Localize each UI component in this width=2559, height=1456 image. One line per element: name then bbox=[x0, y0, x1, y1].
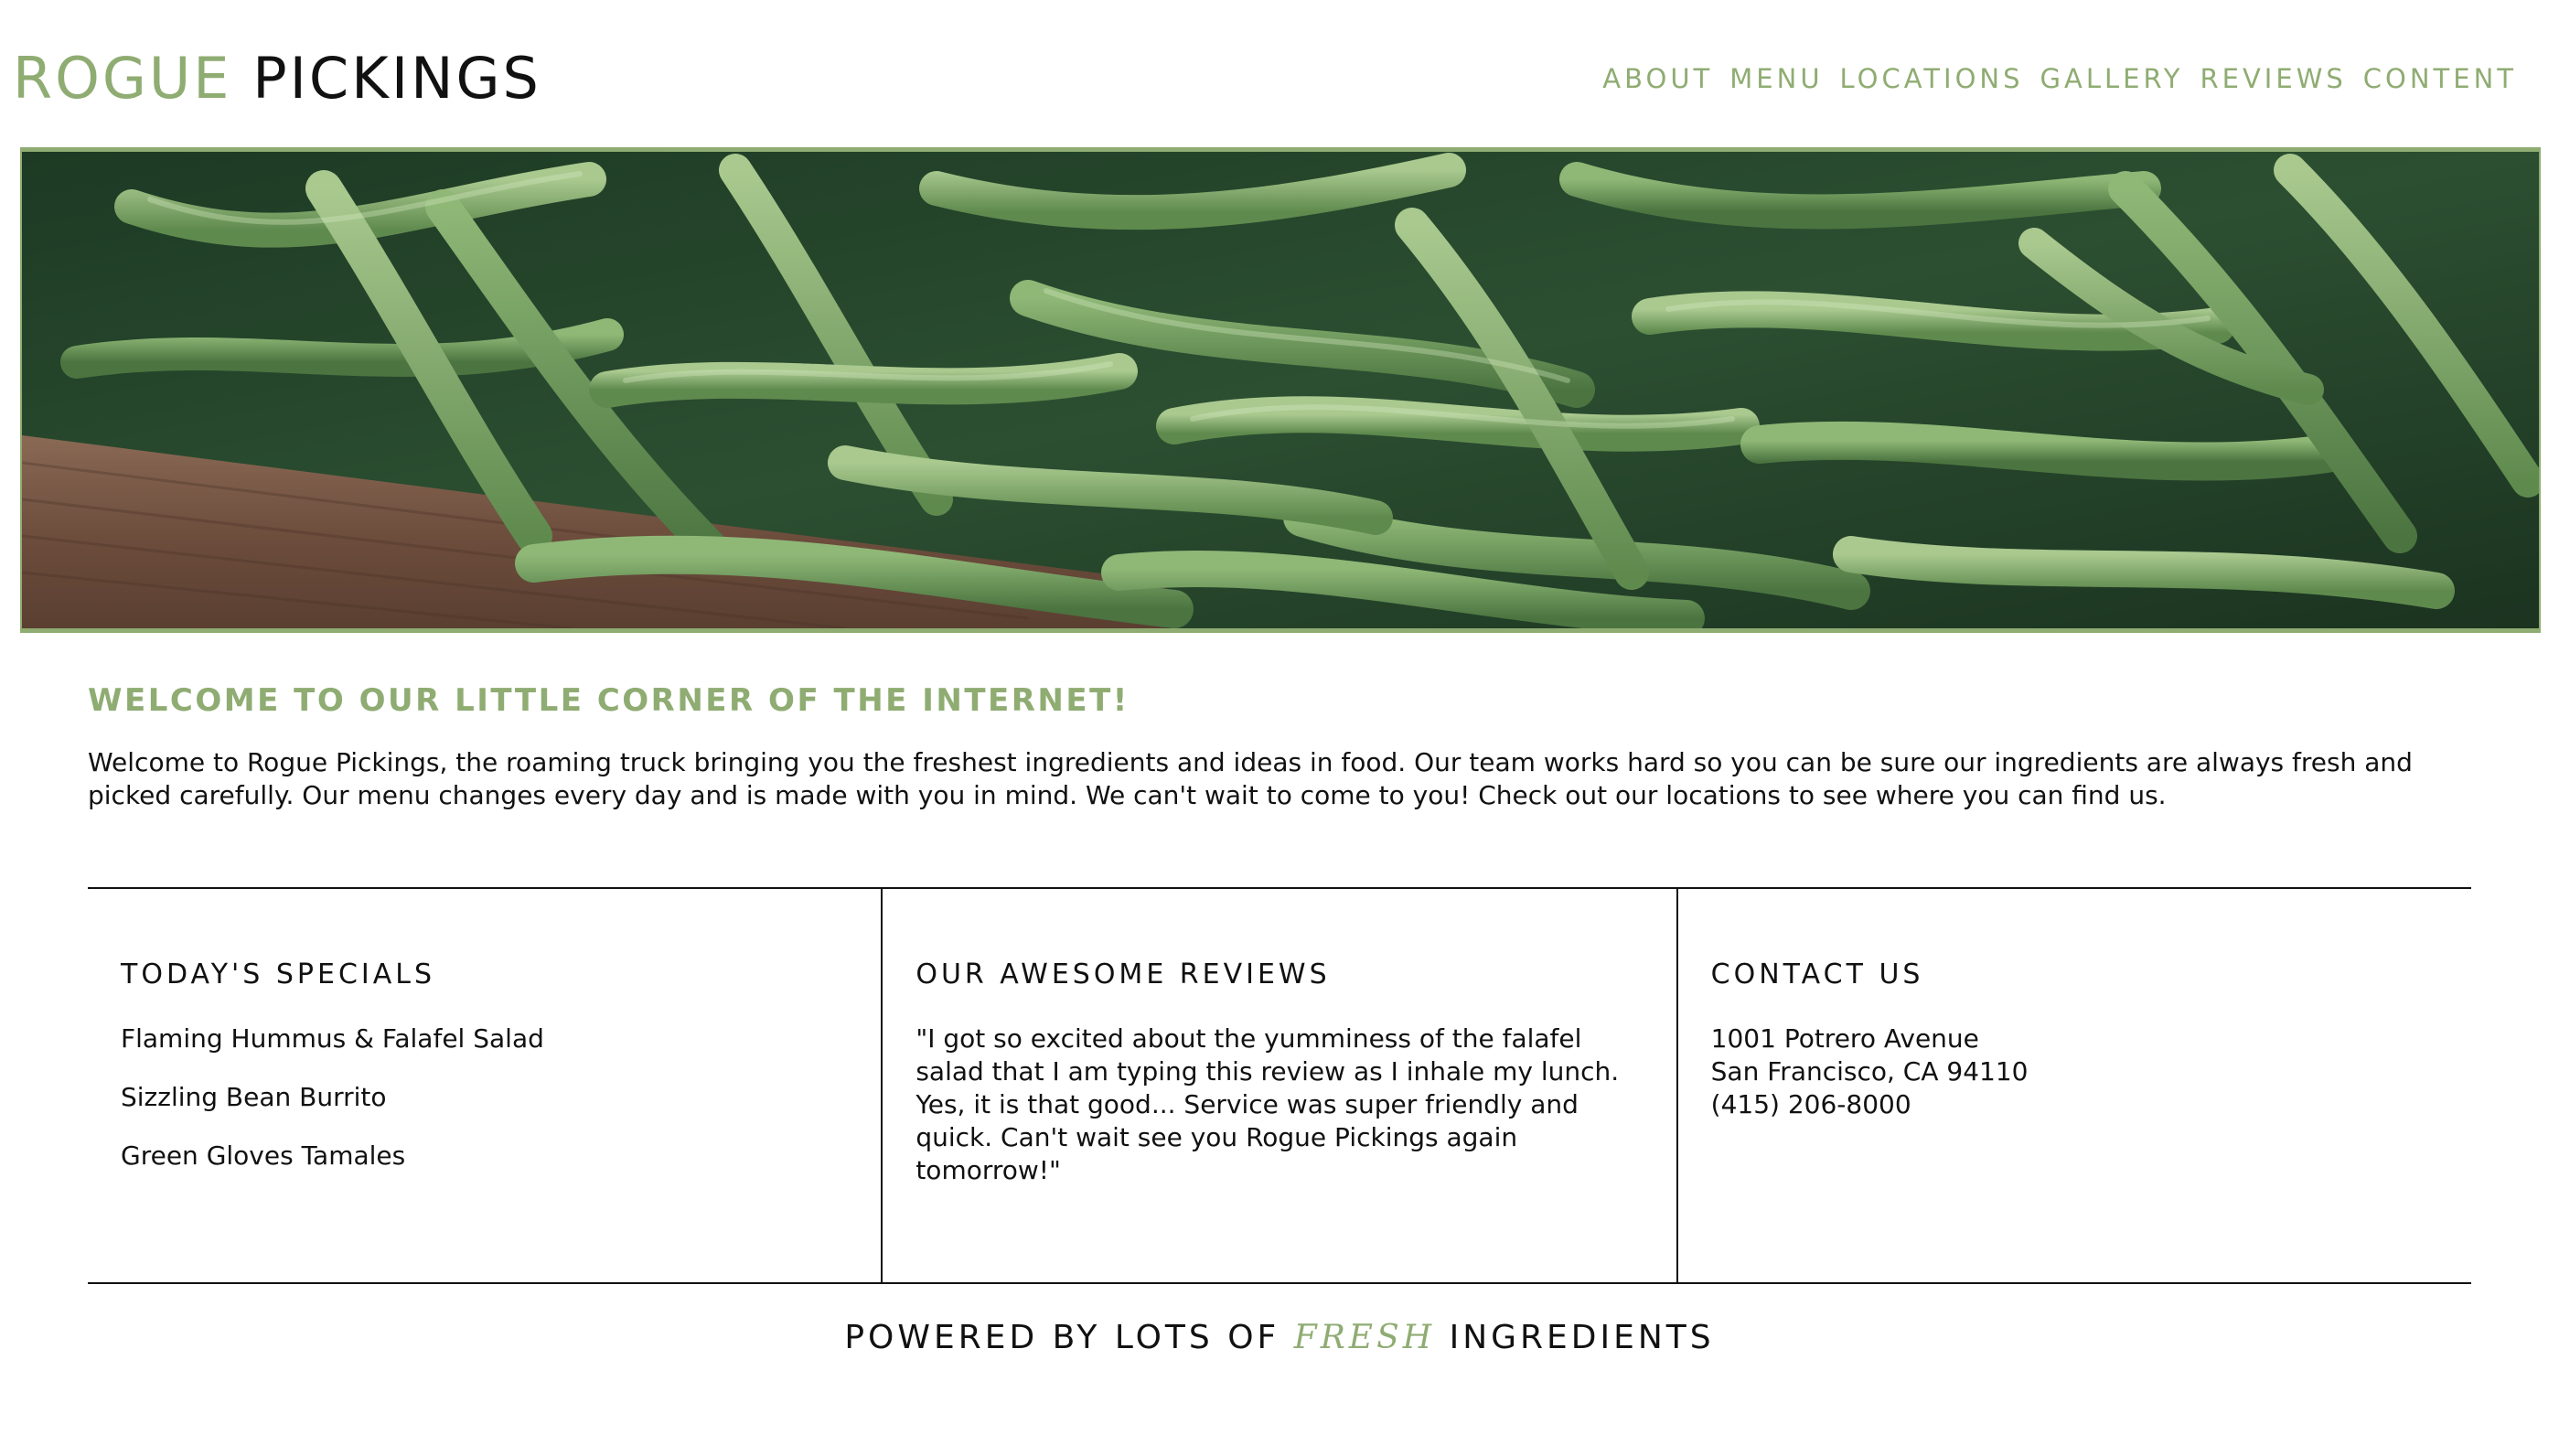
review-quote: "I got so excited about the yumminess of… bbox=[915, 1023, 1620, 1185]
nav-menu-link[interactable]: MENU bbox=[1729, 60, 1823, 97]
main-nav: ABOUT MENU LOCATIONS GALLERY REVIEWS CON… bbox=[1602, 60, 2517, 97]
footer-prefix: POWERED BY LOTS OF bbox=[844, 1319, 1280, 1356]
footer-tagline: POWERED BY LOTS OF FRESH INGREDIENTS bbox=[0, 1315, 2559, 1361]
special-item: Sizzling Bean Burrito bbox=[121, 1082, 387, 1112]
page: ROGUE PICKINGS ABOUT MENU LOCATIONS GALL… bbox=[0, 0, 2559, 1456]
contact-heading: CONTACT US bbox=[1710, 958, 1924, 990]
footer-highlight: FRESH bbox=[1293, 1319, 1436, 1356]
logo-plain-word: PICKINGS bbox=[252, 45, 541, 112]
phone-number[interactable]: (415) 206-8000 bbox=[1711, 1088, 2438, 1121]
footer-suffix: INGREDIENTS bbox=[1449, 1319, 1715, 1356]
green-beans-photo bbox=[22, 152, 2539, 628]
reviews-section: OUR AWESOME REVIEWS "I got so excited ab… bbox=[881, 889, 1676, 1282]
special-item: Green Gloves Tamales bbox=[121, 1140, 406, 1171]
nav-gallery-link[interactable]: GALLERY bbox=[2040, 60, 2184, 97]
contact-section: CONTACT US 1001 Potrero Avenue San Franc… bbox=[1676, 889, 2471, 1282]
info-columns: TODAY'S SPECIALS Flaming Hummus & Falafe… bbox=[88, 887, 2471, 1284]
nav-locations-link[interactable]: LOCATIONS bbox=[1840, 60, 2024, 97]
address-line-2: San Francisco, CA 94110 bbox=[1710, 1056, 2029, 1087]
nav-about-link[interactable]: ABOUT bbox=[1602, 60, 1713, 97]
welcome-paragraph: Welcome to Rogue Pickings, the roaming t… bbox=[88, 747, 2413, 810]
reviews-heading: OUR AWESOME REVIEWS bbox=[915, 958, 1331, 990]
hero-image bbox=[20, 147, 2541, 633]
nav-reviews-link[interactable]: REVIEWS bbox=[2200, 60, 2347, 97]
specials-section: TODAY'S SPECIALS Flaming Hummus & Falafe… bbox=[88, 889, 881, 1282]
welcome-heading: WELCOME TO OUR LITTLE CORNER OF THE INTE… bbox=[88, 682, 1130, 719]
address-line-1: 1001 Potrero Avenue bbox=[1710, 1023, 1979, 1054]
nav-content-link[interactable]: CONTENT bbox=[2363, 60, 2517, 97]
logo-accent-word: ROGUE bbox=[13, 45, 232, 112]
site-logo[interactable]: ROGUE PICKINGS bbox=[13, 46, 541, 112]
specials-heading: TODAY'S SPECIALS bbox=[121, 958, 436, 990]
special-item: Flaming Hummus & Falafel Salad bbox=[121, 1023, 544, 1054]
